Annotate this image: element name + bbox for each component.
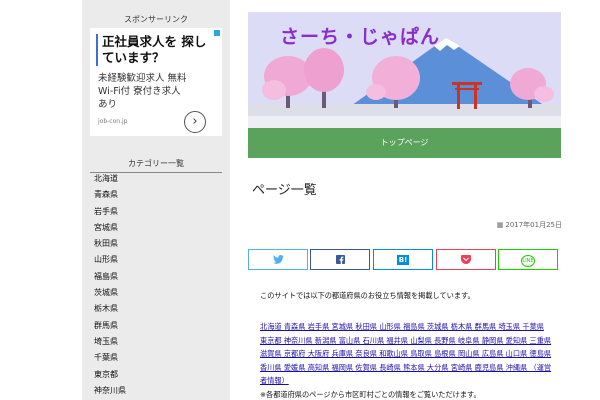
ad-headline[interactable]: 正社員求人を 探しています？ xyxy=(96,34,212,66)
footnote-text: ※各都道府県のページから市区町村ごとの情報をご覧いただけます。 xyxy=(260,390,481,399)
hatena-label: B! xyxy=(396,255,410,265)
category-link[interactable]: 茨城県 xyxy=(90,285,222,301)
page-title: ページ一覧 xyxy=(252,183,317,198)
share-line-button[interactable]: LINE xyxy=(498,249,558,270)
category-link[interactable]: 千葉県 xyxy=(90,350,222,366)
sidebar: スポンサーリンク 正社員求人を 探しています？ 未経験歓迎求人 無料Wi-Fi付… xyxy=(82,0,230,400)
calendar-icon: ▦ xyxy=(496,221,504,229)
sponsor-heading: スポンサーリンク xyxy=(90,14,222,29)
post-date: ▦ 2017年01月25日 xyxy=(497,220,562,230)
site-header: さーち・じゃぱん トップページ xyxy=(248,12,561,158)
category-link[interactable]: 秋田県 xyxy=(90,236,222,252)
ad-arrow-button[interactable]: › xyxy=(184,111,206,133)
share-hatena-button[interactable]: B! xyxy=(373,249,433,270)
category-link[interactable]: 栃木県 xyxy=(90,301,222,317)
header-nav-bar: トップページ xyxy=(248,128,561,158)
category-link[interactable]: 埼玉県 xyxy=(90,334,222,350)
ad-choices-icon[interactable] xyxy=(214,30,220,36)
pocket-icon xyxy=(461,255,471,264)
category-link[interactable]: 東京都 xyxy=(90,367,222,383)
twitter-bird-icon xyxy=(272,255,284,264)
ad-banner[interactable]: 正社員求人を 探しています？ 未経験歓迎求人 無料Wi-Fi付 寮付き求人あり … xyxy=(90,28,222,136)
site-title[interactable]: さーち・じゃぱん xyxy=(280,22,440,49)
share-pocket-button[interactable] xyxy=(436,249,496,270)
category-link[interactable]: 宮城県 xyxy=(90,220,222,236)
category-list: 北海道 青森県 岩手県 宮城県 秋田県 山形県 福島県 茨城県 栃木県 群馬県 … xyxy=(90,171,222,399)
category-link[interactable]: 福島県 xyxy=(90,269,222,285)
share-facebook-button[interactable] xyxy=(310,249,370,270)
facebook-f-icon xyxy=(335,255,345,264)
category-link[interactable]: 青森県 xyxy=(90,187,222,203)
share-twitter-button[interactable] xyxy=(248,249,308,270)
nav-home-link[interactable]: トップページ xyxy=(248,128,561,158)
category-link[interactable]: 群馬県 xyxy=(90,318,222,334)
intro-text: このサイトでは以下の都道府県のお役立ち情報を掲載しています。 xyxy=(260,291,475,300)
category-link[interactable]: 神奈川県 xyxy=(90,383,222,399)
category-link[interactable]: 北海道 xyxy=(90,171,222,187)
ad-domain[interactable]: job-con.jp xyxy=(98,118,127,125)
line-label: LINE xyxy=(521,255,535,267)
category-link[interactable]: 山形県 xyxy=(90,252,222,268)
ad-body[interactable]: 未経験歓迎求人 無料Wi-Fi付 寮付き求人あり xyxy=(98,72,188,111)
category-link[interactable]: 岩手県 xyxy=(90,204,222,220)
prefecture-links[interactable]: 北海道 青森県 岩手県 宮城県 秋田県 山形県 福島県 茨城県 栃木県 群馬県 … xyxy=(260,320,552,388)
post-date-text: 2017年01月25日 xyxy=(505,221,562,229)
